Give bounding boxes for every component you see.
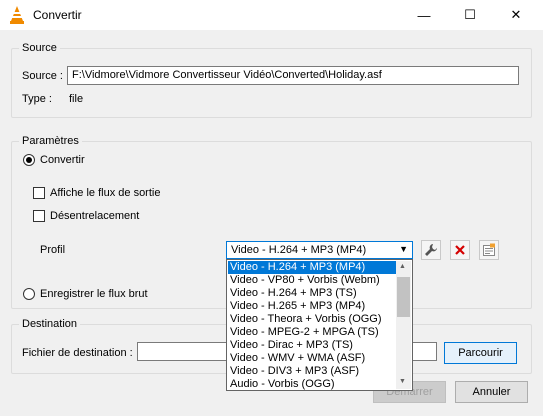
profile-select-value: Video - H.264 + MP3 (MP4) [231,244,367,256]
close-button[interactable]: ✕ [493,0,539,30]
cancel-button[interactable]: Annuler [455,381,528,403]
new-profile-button[interactable] [479,240,499,260]
chevron-down-icon: ▼ [399,244,408,254]
list-item[interactable]: Video - H.264 + MP3 (MP4) [228,261,398,274]
list-item[interactable]: Video - Dirac + MP3 (TS) [228,339,398,352]
list-item[interactable]: Video - Theora + Vorbis (OGG) [228,313,398,326]
maximize-button[interactable]: ☐ [447,0,493,30]
deinterlace-checkbox[interactable] [33,210,45,222]
minimize-button[interactable]: — [401,0,447,30]
wrench-icon [425,244,437,256]
deinterlace-label: Désentrelacement [50,210,140,222]
dump-raw-label: Enregistrer le flux brut [40,288,148,300]
list-item[interactable]: Video - DIV3 + MP3 (ASF) [228,365,398,378]
source-group-title: Source [19,42,60,54]
source-path-field[interactable]: F:\Vidmore\Vidmore Convertisseur Vidéo\C… [67,66,519,85]
type-value: file [69,93,84,105]
source-label: Source : [22,70,63,82]
window-title: Convertir [33,8,82,22]
profile-select[interactable]: Video - H.264 + MP3 (MP4) ▼ [226,241,413,259]
convert-radio-label: Convertir [40,154,85,166]
list-item[interactable]: Video - H.265 + MP3 (MP4) [228,300,398,313]
scroll-up-icon[interactable]: ▲ [399,263,406,270]
dropdown-scrollbar[interactable]: ▲ ▼ [396,261,411,389]
title-bar: Convertir — ☐ ✕ [0,0,543,30]
show-output-checkbox[interactable] [33,187,45,199]
destination-group-title: Destination [19,318,81,330]
scrollbar-thumb[interactable] [397,277,410,317]
delete-icon [455,245,465,255]
new-profile-icon [483,243,495,256]
profile-dropdown-list[interactable]: Video - H.264 + MP3 (MP4) Video - VP80 +… [226,259,413,391]
delete-profile-button[interactable] [450,240,470,260]
edit-profile-button[interactable] [421,240,441,260]
type-label: Type : [22,93,52,105]
dump-raw-radio[interactable] [23,288,35,300]
list-item[interactable]: Video - MPEG-2 + MPGA (TS) [228,326,398,339]
convert-radio[interactable] [23,154,35,166]
destination-label: Fichier de destination : [22,347,133,359]
vlc-cone-icon [10,6,24,24]
profile-label: Profil [40,244,66,256]
list-item[interactable]: Video - VP80 + Vorbis (Webm) [228,274,398,287]
list-item[interactable]: Video - H.264 + MP3 (TS) [228,287,398,300]
list-item[interactable]: Video - WMV + WMA (ASF) [228,352,398,365]
parameters-group-title: Paramètres [19,135,82,147]
browse-button[interactable]: Parcourir [444,342,517,364]
scroll-down-icon[interactable]: ▼ [399,378,406,385]
list-item[interactable]: Audio - Vorbis (OGG) [228,378,398,390]
show-output-label: Affiche le flux de sortie [50,187,161,199]
